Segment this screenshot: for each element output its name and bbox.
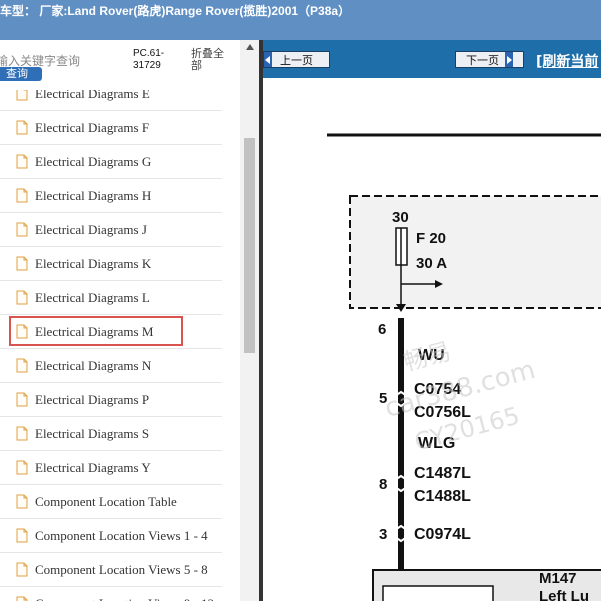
query-button[interactable]: 查询	[0, 67, 42, 81]
tree-item-label: Electrical Diagrams S	[35, 426, 150, 441]
tree-item-label: Component Location Views 5 - 8	[35, 562, 208, 577]
document-icon	[16, 596, 28, 601]
tree-item[interactable]: Component Location Views 9 - 12	[0, 587, 222, 601]
viewer-toolbar: 上一页 下一页 [刷新当前	[263, 40, 601, 78]
wiring-diagram: 30 F 20 30 A 6 WU 5 C0754 C0756L WLG 8 C…	[327, 133, 601, 601]
connector-3: C0974L	[414, 526, 471, 543]
fuse-id: F 20	[416, 230, 446, 247]
tree-item-label: Electrical Diagrams H	[35, 188, 152, 203]
document-icon	[16, 120, 28, 135]
tree-item-label: Electrical Diagrams J	[35, 222, 147, 237]
wiring-diagram-viewer: 30 F 20 30 A 6 WU 5 C0754 C0756L WLG 8 C…	[263, 78, 601, 601]
tree-item[interactable]: Electrical Diagrams N	[0, 349, 222, 383]
tree-item-label: Electrical Diagrams K	[35, 256, 152, 271]
document-tree: Electrical Diagrams E Electrical Diagrams…	[0, 90, 240, 601]
tree-item-label: Component Location Table	[35, 494, 177, 509]
window-title: 车型： 厂家:Land Rover(路虎)Range Rover(揽胜)2001…	[0, 4, 351, 18]
document-icon	[16, 188, 28, 203]
pin-8-label: 8	[379, 476, 387, 493]
search-area: 查询 PC.61-31729 折叠全部	[0, 40, 240, 90]
tree-item-label: Electrical Diagrams Y	[35, 460, 151, 475]
document-icon	[16, 460, 28, 475]
arrow-right-icon	[505, 52, 513, 67]
tree-item-label: Electrical Diagrams P	[35, 392, 150, 407]
pin-3-label: 3	[379, 526, 387, 543]
tree-item[interactable]: Electrical Diagrams P	[0, 383, 222, 417]
document-icon	[16, 528, 28, 543]
document-icon	[16, 426, 28, 441]
watermark-line-1: 畅易	[401, 337, 455, 376]
document-icon	[16, 222, 28, 237]
tree-item[interactable]: Electrical Diagrams F	[0, 111, 222, 145]
refresh-current-link[interactable]: [刷新当前	[536, 51, 598, 71]
connector-2a: C1487L	[414, 465, 471, 482]
document-icon	[16, 154, 28, 169]
next-page-label: 下一页	[466, 53, 499, 67]
previous-page-button[interactable]: 上一页	[263, 51, 330, 68]
sidebar-scrollbar[interactable]	[240, 40, 259, 601]
document-icon	[16, 90, 28, 101]
tree-item-label: Electrical Diagrams L	[35, 290, 150, 305]
tree-item-label: Electrical Diagrams N	[35, 358, 152, 373]
previous-page-label: 上一页	[280, 53, 313, 67]
tree-item[interactable]: Component Location Table	[0, 485, 222, 519]
tree-item-label: Electrical Diagrams G	[35, 154, 152, 169]
tree-item[interactable]: Electrical Diagrams H	[0, 179, 222, 213]
tree-item-label: Electrical Diagrams E	[35, 90, 150, 101]
tree-item[interactable]: Electrical Diagrams K	[0, 247, 222, 281]
next-page-button[interactable]: 下一页	[455, 51, 524, 68]
tree-item[interactable]: Component Location Views 5 - 8	[0, 553, 222, 587]
tree-item[interactable]: Electrical Diagrams M	[0, 315, 222, 349]
document-icon	[16, 290, 28, 305]
tree-item[interactable]: Electrical Diagrams Y	[0, 451, 222, 485]
module-inner-box	[382, 585, 494, 601]
tree-item-label: Electrical Diagrams F	[35, 120, 150, 135]
fuse-rating: 30 A	[416, 255, 447, 272]
document-icon	[16, 358, 28, 373]
document-icon	[16, 494, 28, 509]
tree-item[interactable]: Electrical Diagrams E	[0, 90, 222, 111]
document-icon	[16, 256, 28, 271]
tree-item[interactable]: Electrical Diagrams G	[0, 145, 222, 179]
tree-item-label: Electrical Diagrams M	[35, 324, 154, 339]
tree-item[interactable]: Electrical Diagrams S	[0, 417, 222, 451]
module-name: Left Lu	[539, 588, 589, 601]
window-title-bar: 车型： 厂家:Land Rover(路虎)Range Rover(揽胜)2001…	[0, 0, 601, 40]
collapse-all-link[interactable]: 折叠全部	[191, 48, 231, 72]
document-icon	[16, 392, 28, 407]
document-code: PC.61-31729	[133, 48, 165, 71]
tree-item-label: Component Location Views 9 - 12	[35, 596, 214, 601]
sidebar: 查询 PC.61-31729 折叠全部 Electrical Diagrams …	[0, 40, 259, 601]
module-id: M147	[539, 570, 577, 587]
connector-2b: C1488L	[414, 488, 471, 505]
pin-6-label: 6	[378, 321, 386, 338]
tree-item[interactable]: Electrical Diagrams J	[0, 213, 222, 247]
tree-item[interactable]: Electrical Diagrams L	[0, 281, 222, 315]
tree-item-label: Component Location Views 1 - 4	[35, 528, 208, 543]
document-icon	[16, 562, 28, 577]
fuse-circuit-label: 30	[392, 209, 409, 226]
tree-item[interactable]: Component Location Views 1 - 4	[0, 519, 222, 553]
scrollbar-thumb[interactable]	[244, 138, 255, 353]
fusebox-outline	[349, 195, 601, 309]
arrow-left-icon	[264, 52, 272, 67]
document-icon	[16, 324, 28, 339]
scroll-up-arrow-icon[interactable]	[246, 44, 254, 50]
